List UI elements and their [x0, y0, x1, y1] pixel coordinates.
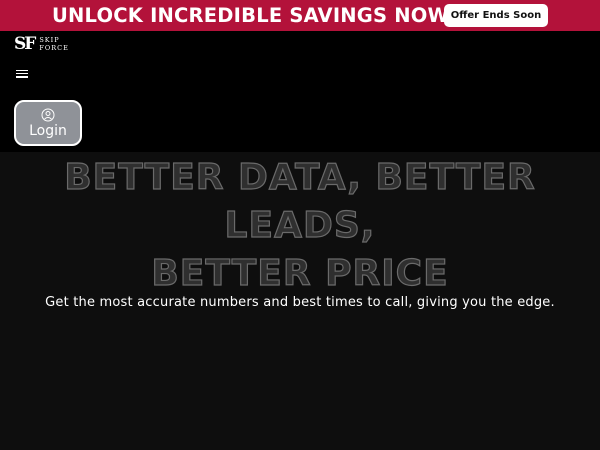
hero-title-line-1: BETTER DATA, BETTER: [64, 156, 536, 198]
menu-bar: [16, 69, 28, 72]
hamburger-menu-icon[interactable]: [16, 68, 28, 78]
menu-bar: [16, 72, 28, 75]
promo-banner: UNLOCK INCREDIBLE SAVINGS NOW! Offer End…: [0, 0, 600, 31]
site-header: SF SKIP FORCE Login: [0, 31, 600, 152]
logo-wordmark: SKIP FORCE: [39, 36, 68, 52]
login-button[interactable]: Login: [14, 100, 82, 146]
promo-headline: UNLOCK INCREDIBLE SAVINGS NOW!: [52, 4, 459, 27]
hero-title-line-3: BETTER PRICE: [151, 252, 449, 294]
logo-mark: SF: [14, 33, 36, 54]
user-circle-icon: [41, 108, 55, 121]
offer-ends-soon-button[interactable]: Offer Ends Soon: [444, 4, 548, 27]
menu-bar: [16, 75, 28, 78]
skipforce-logo[interactable]: SF SKIP FORCE: [14, 34, 69, 54]
hero-subtitle: Get the most accurate numbers and best t…: [45, 295, 555, 310]
hero-section: BETTER DATA, BETTER LEADS, BETTER PRICE …: [0, 152, 600, 450]
logo-word-skip: SKIP: [39, 36, 60, 44]
login-label: Login: [29, 122, 67, 139]
hero-title: BETTER DATA, BETTER LEADS, BETTER PRICE: [0, 154, 600, 298]
logo-word-force: FORCE: [39, 44, 69, 52]
hero-title-line-2: LEADS,: [224, 204, 376, 246]
